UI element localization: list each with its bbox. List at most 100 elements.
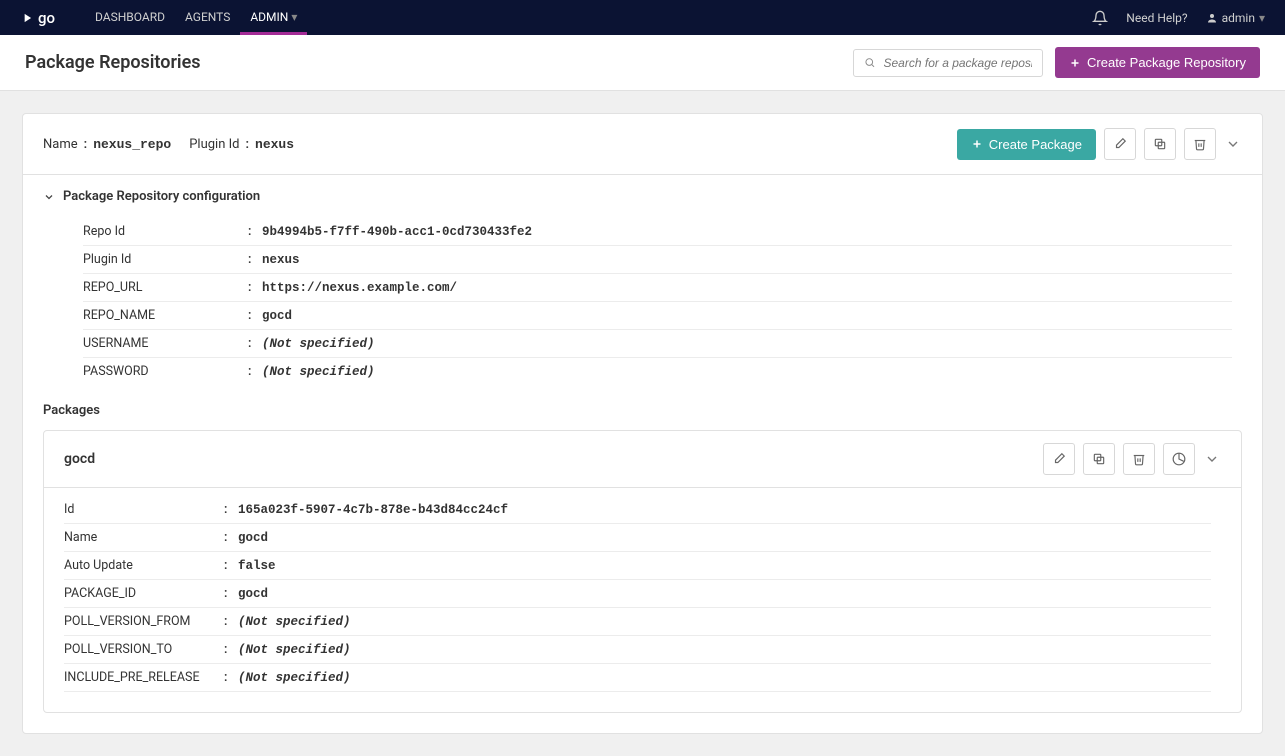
package-key: INCLUDE_PRE_RELEASE (64, 670, 224, 685)
config-row: USERNAME:(Not specified) (83, 330, 1232, 358)
package-key: POLL_VERSION_FROM (64, 614, 224, 629)
package-value: 165a023f-5907-4c7b-878e-b43d84cc24cf (238, 503, 508, 517)
search-input[interactable] (884, 56, 1033, 70)
package-value: gocd (238, 531, 268, 545)
page-header: Package Repositories Create Package Repo… (0, 35, 1285, 91)
user-menu[interactable]: admin ▾ (1206, 11, 1265, 25)
config-row: REPO_URL:https://nexus.example.com/ (83, 274, 1232, 302)
package-value: (Not specified) (238, 671, 351, 685)
delete-package-button[interactable] (1123, 443, 1155, 475)
search-icon (864, 56, 875, 69)
package-name: gocd (64, 451, 95, 467)
repo-plugin-value: nexus (255, 137, 294, 152)
repo-config-header[interactable]: Package Repository configuration (23, 175, 1262, 218)
config-value: gocd (262, 309, 292, 323)
chevron-down-icon (1204, 451, 1220, 467)
config-key: USERNAME (83, 336, 248, 351)
nav-agents[interactable]: AGENTS (175, 0, 240, 35)
topbar: go DASHBOARD AGENTS ADMIN ▾ Need Help? a… (0, 0, 1285, 35)
pie-icon (1172, 452, 1186, 466)
logo-text: go (38, 9, 55, 27)
repo-plugin-kv: Plugin Id : nexus (189, 137, 294, 152)
config-row: PASSWORD:(Not specified) (83, 358, 1232, 385)
package-key: PACKAGE_ID (64, 586, 224, 601)
create-repository-label: Create Package Repository (1087, 55, 1246, 70)
nav-admin[interactable]: ADMIN ▾ (240, 0, 307, 35)
package-row: POLL_VERSION_FROM:(Not specified) (64, 608, 1211, 636)
copy-icon (1092, 452, 1106, 466)
config-value: (Not specified) (262, 337, 375, 351)
create-package-label: Create Package (989, 137, 1082, 152)
package-key: POLL_VERSION_TO (64, 642, 224, 657)
repo-config-title: Package Repository configuration (63, 189, 260, 204)
trash-icon (1193, 137, 1207, 151)
create-repository-button[interactable]: Create Package Repository (1055, 47, 1260, 78)
package-header: gocd (44, 431, 1241, 488)
config-row: REPO_NAME:gocd (83, 302, 1232, 330)
repo-name-label: Name (43, 137, 78, 152)
config-row: Repo Id:9b4994b5-f7ff-490b-acc1-0cd73043… (83, 218, 1232, 246)
user-label: admin (1222, 11, 1255, 25)
package-row: Id:165a023f-5907-4c7b-878e-b43d84cc24cf (64, 496, 1211, 524)
logo[interactable]: go (20, 9, 55, 27)
caret-down-icon: ▾ (291, 10, 297, 24)
nav-admin-label: ADMIN (250, 10, 288, 24)
config-value: https://nexus.example.com/ (262, 281, 457, 295)
config-value: 9b4994b5-f7ff-490b-acc1-0cd730433fe2 (262, 225, 532, 239)
repo-name-value: nexus_repo (93, 137, 171, 152)
search-box[interactable] (853, 49, 1043, 77)
trash-icon (1132, 452, 1146, 466)
package-actions (1043, 443, 1221, 475)
package-key: Id (64, 502, 224, 517)
package-key: Name (64, 530, 224, 545)
package-row: Name:gocd (64, 524, 1211, 552)
repo-config-rows: Repo Id:9b4994b5-f7ff-490b-acc1-0cd73043… (23, 218, 1262, 385)
package-key: Auto Update (64, 558, 224, 573)
edit-repo-button[interactable] (1104, 128, 1136, 160)
notifications-icon[interactable] (1092, 10, 1108, 26)
content: Name : nexus_repo Plugin Id : nexus Crea… (0, 91, 1285, 756)
package-row: POLL_VERSION_TO:(Not specified) (64, 636, 1211, 664)
config-key: Plugin Id (83, 252, 248, 267)
page-title: Package Repositories (25, 52, 201, 73)
repository-card: Name : nexus_repo Plugin Id : nexus Crea… (22, 113, 1263, 734)
config-key: PASSWORD (83, 364, 248, 379)
package-value: (Not specified) (238, 615, 351, 629)
plus-icon (1069, 57, 1081, 69)
create-package-button[interactable]: Create Package (957, 129, 1096, 160)
collapse-package-button[interactable] (1203, 451, 1221, 467)
package-row: PACKAGE_ID:gocd (64, 580, 1211, 608)
package-row: INCLUDE_PRE_RELEASE:(Not specified) (64, 664, 1211, 692)
package-value: gocd (238, 587, 268, 601)
packages-heading: Packages (23, 385, 1262, 430)
package-row: Auto Update:false (64, 552, 1211, 580)
repo-plugin-label: Plugin Id (189, 137, 239, 152)
config-key: Repo Id (83, 224, 248, 239)
caret-down-icon: ▾ (1259, 11, 1265, 25)
config-value: (Not specified) (262, 365, 375, 379)
user-icon (1206, 12, 1218, 24)
edit-icon (1113, 137, 1127, 151)
edit-package-button[interactable] (1043, 443, 1075, 475)
usages-package-button[interactable] (1163, 443, 1195, 475)
package-detail-rows: Id:165a023f-5907-4c7b-878e-b43d84cc24cfN… (44, 488, 1241, 712)
package-value: false (238, 559, 276, 573)
collapse-repo-button[interactable] (1224, 136, 1242, 152)
config-key: REPO_URL (83, 280, 248, 295)
edit-icon (1052, 452, 1066, 466)
help-link[interactable]: Need Help? (1126, 11, 1187, 25)
clone-package-button[interactable] (1083, 443, 1115, 475)
copy-icon (1153, 137, 1167, 151)
config-row: Plugin Id:nexus (83, 246, 1232, 274)
delete-repo-button[interactable] (1184, 128, 1216, 160)
package-value: (Not specified) (238, 643, 351, 657)
chevron-down-icon (43, 191, 55, 203)
package-card: gocd (43, 430, 1242, 713)
chevron-down-icon (1225, 136, 1241, 152)
clone-repo-button[interactable] (1144, 128, 1176, 160)
topbar-right: Need Help? admin ▾ (1092, 10, 1265, 26)
play-icon (20, 11, 34, 25)
config-key: REPO_NAME (83, 308, 248, 323)
nav-dashboard[interactable]: DASHBOARD (85, 0, 175, 35)
repo-name-kv: Name : nexus_repo (43, 137, 171, 152)
